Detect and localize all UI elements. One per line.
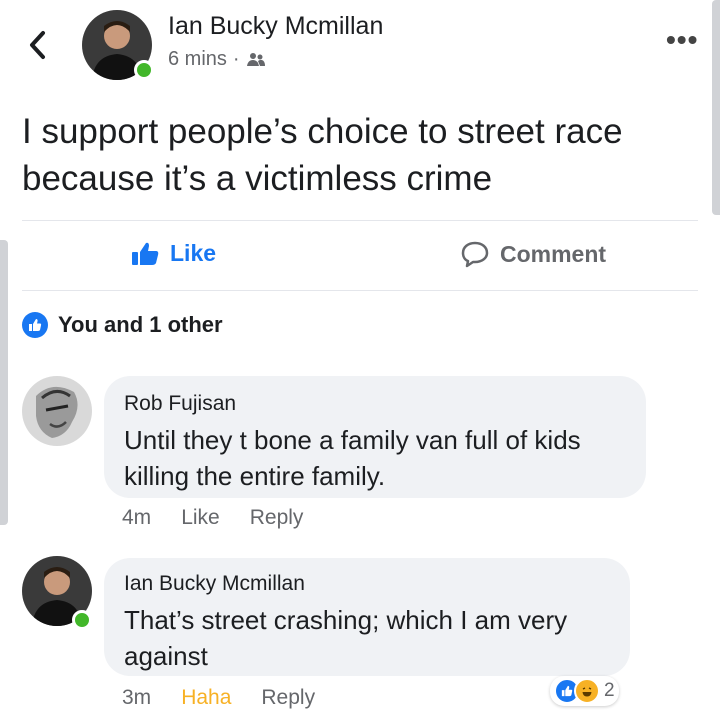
comment-actions-ian: 3m Haha Reply — [122, 686, 315, 710]
comment-bubble-ian: Ian Bucky Mcmillan That’s street crashin… — [104, 558, 630, 676]
scrollbar-edge-left — [0, 240, 8, 525]
comment-reply-button[interactable]: Reply — [250, 506, 304, 530]
comment-bubble-rob: Rob Fujisan Until they t bone a family v… — [104, 376, 646, 498]
comment-haha-button[interactable]: Haha — [181, 686, 231, 710]
divider-bottom — [22, 290, 698, 291]
back-button[interactable] — [24, 28, 52, 62]
online-status-dot — [72, 610, 92, 630]
comment-bubble-icon — [461, 241, 489, 268]
comment-button[interactable]: Comment — [460, 240, 606, 268]
more-options-icon[interactable]: ••• — [666, 26, 698, 54]
like-reaction-icon — [22, 312, 48, 338]
comment-reply-button[interactable]: Reply — [261, 686, 315, 710]
comment-text: That’s street crashing; which I am very … — [124, 605, 568, 671]
online-status-dot — [134, 60, 154, 80]
comment-reaction-count[interactable]: 2 — [550, 676, 619, 706]
reaction-summary[interactable]: You and 1 other — [22, 312, 223, 338]
meta-separator: · — [232, 48, 240, 70]
post-time[interactable]: 6 mins — [168, 48, 227, 71]
friends-audience-icon — [246, 52, 265, 66]
divider-top — [22, 220, 698, 221]
like-thumb-icon — [132, 242, 159, 265]
commenter-avatar-rob[interactable] — [22, 376, 92, 446]
comment-author[interactable]: Ian Bucky Mcmillan — [124, 572, 610, 596]
comment-label: Comment — [500, 240, 607, 267]
comment-time: 4m — [122, 506, 152, 529]
scrollbar-edge-right — [712, 0, 720, 215]
post-meta: 6 mins · — [168, 48, 266, 71]
comment-actions-rob: 4m Like Reply — [122, 506, 303, 530]
comment-time: 3m — [122, 686, 152, 709]
post-author-name[interactable]: Ian Bucky Mcmillan — [168, 12, 383, 41]
comment-author[interactable]: Rob Fujisan — [124, 392, 626, 416]
haha-emoji-icon — [574, 678, 600, 704]
reaction-summary-text: You and 1 other — [58, 312, 223, 337]
like-button[interactable]: Like — [130, 240, 216, 267]
back-chevron-icon — [30, 31, 45, 59]
post-text: I support people’s choice to street race… — [22, 112, 623, 198]
reaction-count-value: 2 — [604, 680, 615, 701]
comment-text: Until they t bone a family van full of k… — [124, 425, 581, 491]
comment-like-button[interactable]: Like — [181, 506, 220, 530]
like-label: Like — [170, 240, 217, 266]
